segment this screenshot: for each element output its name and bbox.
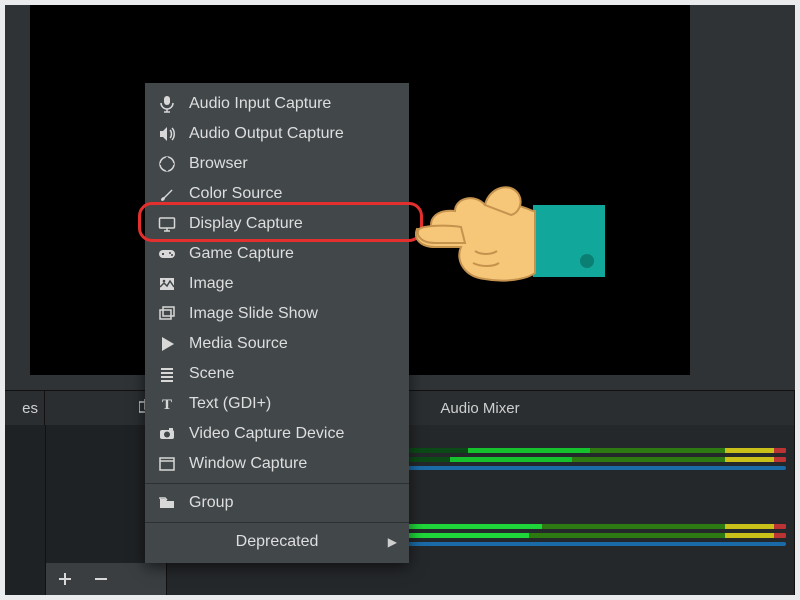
text-icon: T bbox=[157, 394, 177, 414]
menu-item-brush[interactable]: Color Source bbox=[145, 179, 409, 209]
play-icon bbox=[157, 334, 177, 354]
menu-item-image[interactable]: Image bbox=[145, 269, 409, 299]
dock-label: Audio Mixer bbox=[440, 400, 519, 417]
menu-item-group[interactable]: Group bbox=[145, 488, 409, 518]
menu-item-label: Scene bbox=[189, 365, 397, 383]
menu-item-label: Color Source bbox=[189, 185, 397, 203]
menu-item-label: Audio Input Capture bbox=[189, 95, 397, 113]
menu-item-text[interactable]: T Text (GDI+) bbox=[145, 389, 409, 419]
menu-item-play[interactable]: Media Source bbox=[145, 329, 409, 359]
menu-item-slides[interactable]: Image Slide Show bbox=[145, 299, 409, 329]
menu-item-mic[interactable]: Audio Input Capture bbox=[145, 89, 409, 119]
menu-item-label: Browser bbox=[189, 155, 397, 173]
window-icon bbox=[157, 454, 177, 474]
folder-icon bbox=[157, 493, 177, 513]
dock-label: es bbox=[22, 400, 38, 417]
scenes-panel[interactable] bbox=[5, 425, 46, 595]
menu-item-label: Video Capture Device bbox=[189, 425, 397, 443]
menu-item-label: Group bbox=[189, 494, 397, 512]
image-icon bbox=[157, 274, 177, 294]
monitor-icon bbox=[157, 214, 177, 234]
menu-item-globe[interactable]: Browser bbox=[145, 149, 409, 179]
menu-item-speaker[interactable]: Audio Output Capture bbox=[145, 119, 409, 149]
slides-icon bbox=[157, 304, 177, 324]
menu-separator bbox=[145, 522, 409, 523]
brush-icon bbox=[157, 184, 177, 204]
menu-item-monitor[interactable]: Display Capture bbox=[145, 209, 409, 239]
menu-item-list[interactable]: Scene bbox=[145, 359, 409, 389]
svg-text:T: T bbox=[162, 397, 172, 413]
chevron-right-icon: ▶ bbox=[388, 535, 397, 549]
remove-source-button[interactable] bbox=[92, 570, 110, 588]
menu-item-label: Image Slide Show bbox=[189, 305, 397, 323]
gamepad-icon bbox=[157, 244, 177, 264]
menu-item-label: Window Capture bbox=[189, 455, 397, 473]
menu-item-label: Text (GDI+) bbox=[189, 395, 397, 413]
menu-item-camera[interactable]: Video Capture Device bbox=[145, 419, 409, 449]
menu-item-label: Image bbox=[189, 275, 397, 293]
sources-toolbar bbox=[46, 563, 166, 595]
menu-item-deprecated[interactable]: Deprecated ▶ bbox=[145, 527, 409, 557]
dock-header-scenes[interactable]: es bbox=[5, 390, 45, 425]
mic-icon bbox=[157, 94, 177, 114]
add-source-button[interactable] bbox=[56, 570, 74, 588]
menu-item-label: Game Capture bbox=[189, 245, 397, 263]
globe-icon bbox=[157, 154, 177, 174]
menu-item-gamepad[interactable]: Game Capture bbox=[145, 239, 409, 269]
menu-item-label: Audio Output Capture bbox=[189, 125, 397, 143]
menu-item-label: Deprecated bbox=[236, 533, 319, 551]
menu-separator bbox=[145, 483, 409, 484]
menu-item-label: Media Source bbox=[189, 335, 397, 353]
list-icon bbox=[157, 364, 177, 384]
menu-item-window[interactable]: Window Capture bbox=[145, 449, 409, 479]
add-source-context-menu: Audio Input Capture Audio Output Capture B… bbox=[145, 83, 409, 563]
speaker-icon bbox=[157, 124, 177, 144]
camera-icon bbox=[157, 424, 177, 444]
menu-item-label: Display Capture bbox=[189, 215, 397, 233]
